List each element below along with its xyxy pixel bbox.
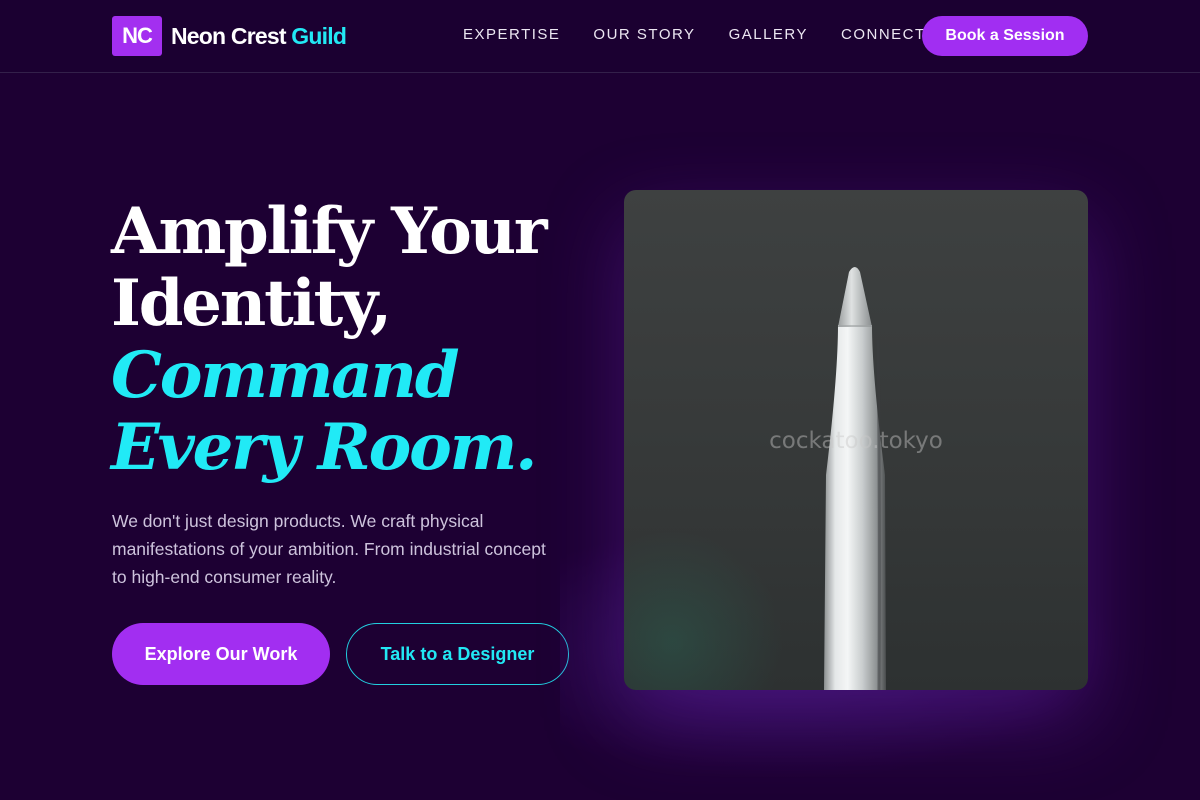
brand-logo[interactable]: NC Neon Crest Guild	[112, 16, 347, 56]
hero-product-image: cockatoo.tokyo	[624, 190, 1088, 690]
hero-headline: Amplify Your Identity, Command Every Roo…	[111, 196, 591, 484]
hero-subtext: We don't just design products. We craft …	[112, 511, 546, 587]
explore-work-button[interactable]: Explore Our Work	[112, 623, 330, 685]
nav-link-gallery[interactable]: GALLERY	[729, 26, 808, 43]
nav-link-our-story[interactable]: OUR STORY	[593, 26, 695, 43]
site-header: NC Neon Crest Guild EXPERTISE OUR STORY …	[0, 0, 1200, 73]
talk-designer-button[interactable]: Talk to a Designer	[346, 623, 569, 685]
headline-line-1: Amplify Your	[111, 194, 548, 269]
headline-line-2: Identity,	[111, 266, 392, 341]
brand-name-main: Neon Crest	[171, 22, 287, 49]
image-watermark: cockatoo.tokyo	[769, 428, 943, 454]
nav-link-expertise[interactable]: EXPERTISE	[463, 26, 560, 43]
headline-accent-line-2: Every Room.	[111, 410, 537, 485]
brand-name: Neon Crest Guild	[171, 22, 347, 50]
brand-name-accent: Guild	[291, 22, 347, 49]
logo-mark: NC	[112, 16, 162, 56]
book-session-button[interactable]: Book a Session	[922, 16, 1088, 56]
nav-link-connect[interactable]: CONNECT	[841, 26, 926, 43]
landing-page: NC Neon Crest Guild EXPERTISE OUR STORY …	[0, 0, 1200, 800]
headline-accent-line-1: Command	[111, 338, 460, 413]
main-nav: EXPERTISE OUR STORY GALLERY CONNECT	[463, 26, 959, 43]
